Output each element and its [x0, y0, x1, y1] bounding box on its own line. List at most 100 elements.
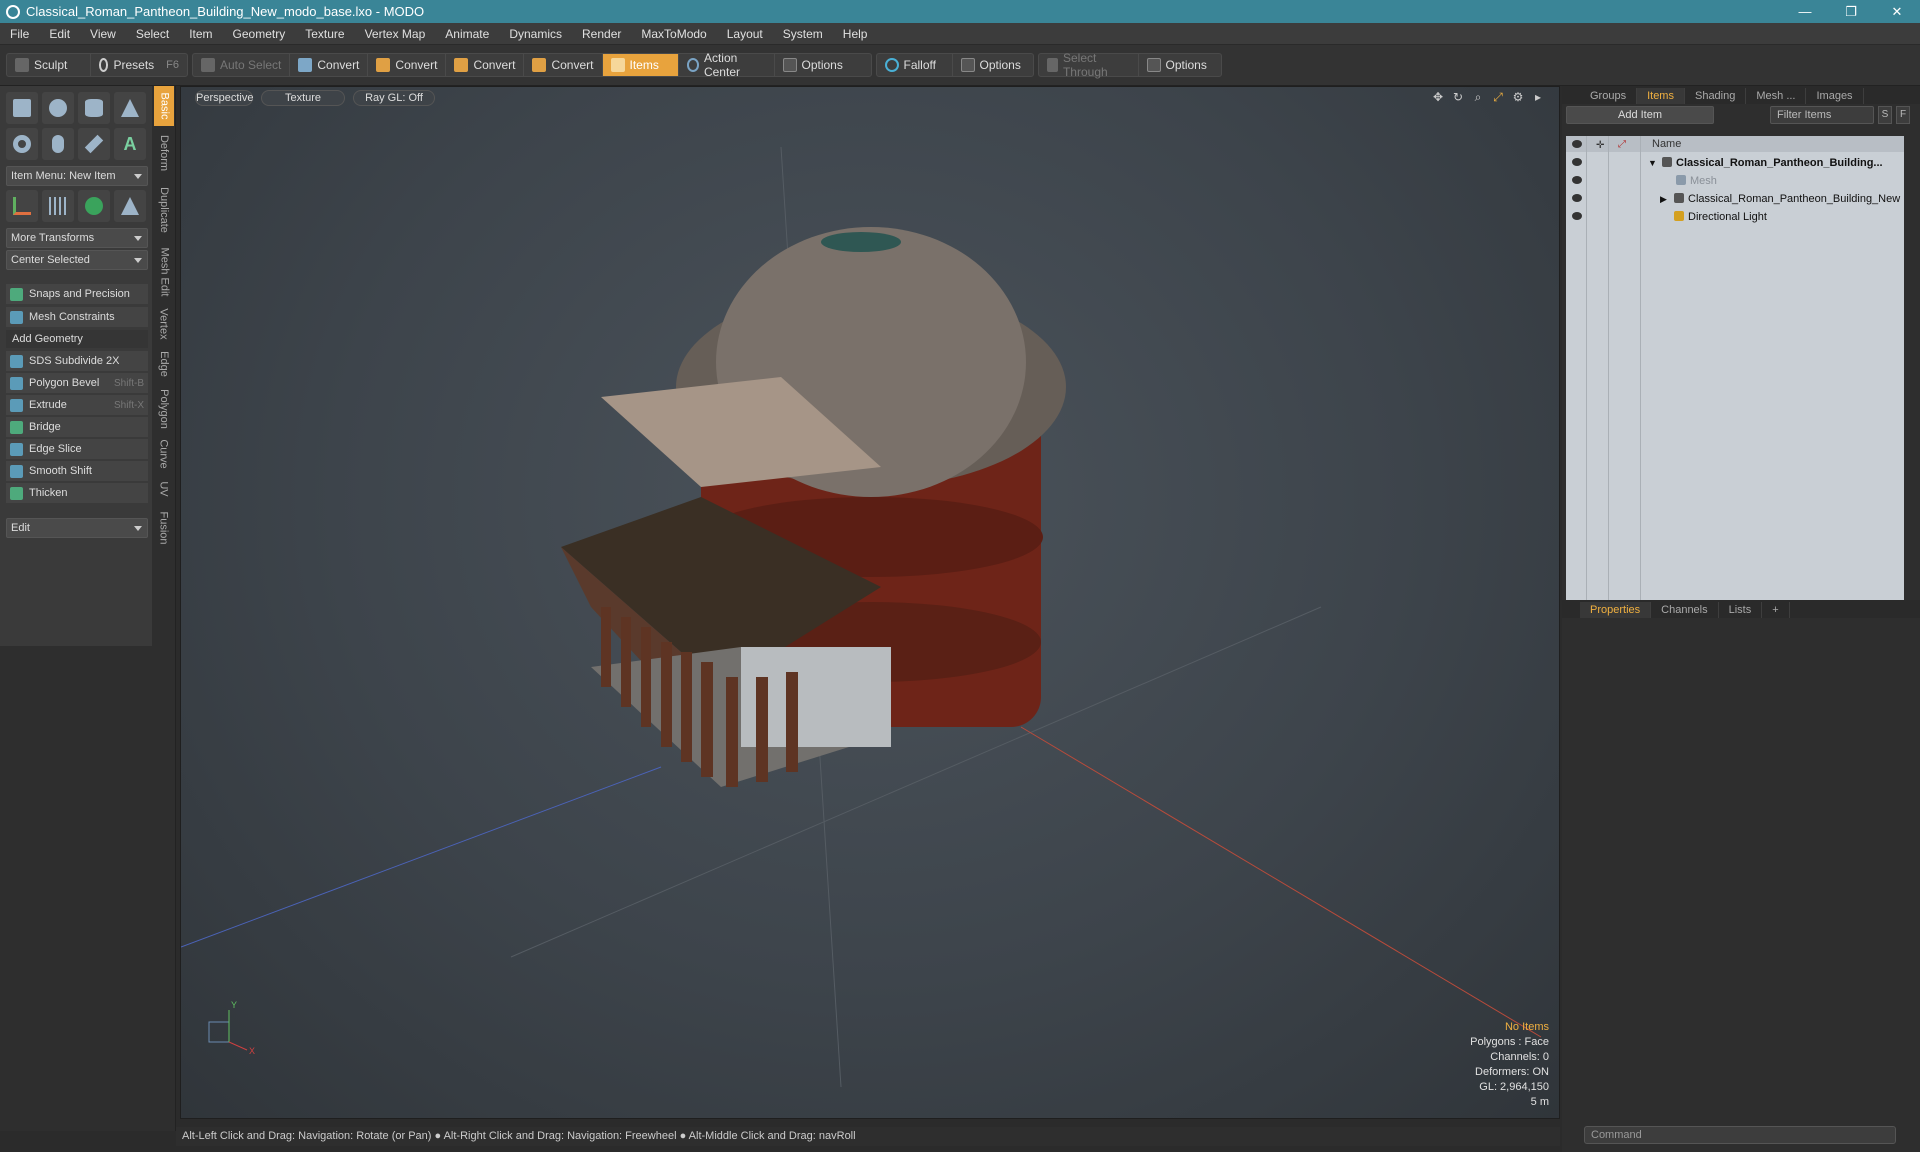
action-center-options-button[interactable]: Options	[775, 54, 871, 76]
smooth-shift-button[interactable]: Smooth Shift	[6, 461, 148, 481]
tab-lists[interactable]: Lists	[1719, 602, 1763, 618]
thicken-button[interactable]: Thicken	[6, 483, 148, 503]
perspective-tab[interactable]: Perspective	[195, 90, 253, 106]
tab-properties[interactable]: Properties	[1580, 602, 1652, 618]
menu-dynamics[interactable]: Dynamics	[499, 23, 572, 45]
tab-items[interactable]: Items	[1637, 88, 1685, 104]
tab-duplicate[interactable]: Duplicate	[154, 180, 174, 240]
sphere-tool[interactable]	[42, 92, 74, 124]
f-button[interactable]: F	[1896, 106, 1910, 124]
convert-edges-button[interactable]: Convert	[368, 54, 447, 76]
items-mode-button[interactable]: Items	[602, 54, 679, 76]
list-item[interactable]: ▶ Classical_Roman_Pantheon_Building_New	[1566, 190, 1904, 208]
zoom-icon[interactable]: ⌕	[1471, 90, 1485, 104]
text-tool[interactable]: A	[114, 128, 146, 160]
polygon-bevel-button[interactable]: Polygon Bevel Shift-B	[6, 373, 148, 393]
presets-button[interactable]: Presets F6	[91, 54, 187, 76]
mesh-constraints-button[interactable]: Mesh Constraints	[6, 307, 148, 327]
3d-viewport[interactable]: Perspective Texture Ray GL: Off ✥ ↻ ⌕ ⤢ …	[180, 86, 1560, 1119]
sds-subdivide-button[interactable]: SDS Subdivide 2X	[6, 351, 148, 371]
tab-images[interactable]: Images	[1806, 88, 1864, 104]
menu-select[interactable]: Select	[126, 23, 179, 45]
play-icon[interactable]: ▸	[1531, 90, 1545, 104]
tab-uv[interactable]: UV	[154, 474, 174, 504]
menu-vertex-map[interactable]: Vertex Map	[355, 23, 436, 45]
visibility-icon[interactable]	[1572, 212, 1582, 220]
tab-deform[interactable]: Deform	[154, 128, 174, 178]
ray-gl-tab[interactable]: Ray GL: Off	[353, 90, 435, 106]
cube-tool[interactable]	[6, 92, 38, 124]
tab-mesh[interactable]: Mesh ...	[1746, 88, 1807, 104]
tab-polygon[interactable]: Polygon	[154, 384, 174, 434]
tab-basic[interactable]: Basic	[154, 86, 174, 126]
rotate-tool[interactable]	[78, 190, 110, 222]
falloff-button[interactable]: Falloff	[877, 54, 953, 76]
filter-items-input[interactable]: Filter Items	[1770, 106, 1874, 124]
menu-texture[interactable]: Texture	[295, 23, 354, 45]
menu-file[interactable]: File	[0, 23, 39, 45]
convert-polygons-button[interactable]: Convert	[446, 54, 525, 76]
menu-edit[interactable]: Edit	[39, 23, 80, 45]
command-input[interactable]: Command	[1584, 1126, 1896, 1144]
menu-help[interactable]: Help	[833, 23, 878, 45]
tab-channels[interactable]: Channels	[1651, 602, 1719, 618]
cylinder-tool[interactable]	[78, 92, 110, 124]
torus-tool[interactable]	[6, 128, 38, 160]
expand-icon[interactable]: ▼	[1648, 154, 1657, 172]
gear-icon[interactable]: ⚙	[1511, 90, 1525, 104]
grid-tool[interactable]	[42, 190, 74, 222]
visibility-icon[interactable]	[1572, 176, 1582, 184]
menu-system[interactable]: System	[773, 23, 833, 45]
add-item-dropdown[interactable]: Add Item	[1566, 106, 1714, 124]
edge-slice-button[interactable]: Edge Slice	[6, 439, 148, 459]
snaps-precision-button[interactable]: Snaps and Precision	[6, 284, 148, 304]
maximize-icon[interactable]: ⤢	[1491, 90, 1505, 104]
edit-dropdown[interactable]: Edit	[6, 518, 148, 538]
scale-tool[interactable]	[114, 190, 146, 222]
menu-animate[interactable]: Animate	[435, 23, 499, 45]
select-through-options-button[interactable]: Options	[1139, 54, 1221, 76]
texture-tab[interactable]: Texture	[261, 90, 345, 106]
maximize-button[interactable]: ❐	[1828, 0, 1874, 23]
tab-groups[interactable]: Groups	[1580, 88, 1638, 104]
move-tool[interactable]	[6, 190, 38, 222]
expand-icon[interactable]: ▶	[1660, 190, 1667, 208]
menu-item[interactable]: Item	[179, 23, 222, 45]
name-column-header[interactable]: Name	[1652, 136, 1681, 152]
list-item[interactable]: ▼ Classical_Roman_Pantheon_Building...	[1566, 154, 1904, 172]
action-center-button[interactable]: Action Center	[679, 51, 775, 79]
s-button[interactable]: S	[1878, 106, 1892, 124]
convert-materials-button[interactable]: Convert	[524, 54, 603, 76]
rotate-icon[interactable]: ↻	[1451, 90, 1465, 104]
tab-edge[interactable]: Edge	[154, 346, 174, 382]
item-menu-dropdown[interactable]: Item Menu: New Item	[6, 166, 148, 186]
tab-shading[interactable]: Shading	[1685, 88, 1747, 104]
list-item[interactable]: Directional Light	[1566, 208, 1904, 226]
pan-icon[interactable]: ✥	[1431, 90, 1445, 104]
select-through-button[interactable]: Select Through	[1039, 51, 1139, 79]
tab-vertex[interactable]: Vertex	[154, 304, 174, 344]
menu-view[interactable]: View	[80, 23, 126, 45]
center-selected-dropdown[interactable]: Center Selected	[6, 250, 148, 270]
extrude-button[interactable]: Extrude Shift-X	[6, 395, 148, 415]
cone-tool[interactable]	[114, 92, 146, 124]
more-transforms-dropdown[interactable]: More Transforms	[6, 228, 148, 248]
visibility-icon[interactable]	[1572, 158, 1582, 166]
add-tab-icon[interactable]: +	[1762, 602, 1790, 618]
close-button[interactable]: ✕	[1874, 0, 1920, 23]
add-geometry-header[interactable]: Add Geometry	[6, 330, 148, 348]
auto-select-button[interactable]: Auto Select	[193, 54, 291, 76]
menu-geometry[interactable]: Geometry	[223, 23, 296, 45]
menu-maxtomodo[interactable]: MaxToModo	[631, 23, 716, 45]
sculpt-button[interactable]: Sculpt	[7, 54, 91, 76]
tab-mesh-edit[interactable]: Mesh Edit	[154, 242, 174, 302]
minimize-button[interactable]: —	[1782, 0, 1828, 23]
visibility-icon[interactable]	[1572, 194, 1582, 202]
bridge-button[interactable]: Bridge	[6, 417, 148, 437]
tab-fusion[interactable]: Fusion	[154, 506, 174, 550]
falloff-options-button[interactable]: Options	[953, 54, 1033, 76]
pen-tool[interactable]	[78, 128, 110, 160]
menu-layout[interactable]: Layout	[717, 23, 773, 45]
menu-render[interactable]: Render	[572, 23, 631, 45]
capsule-tool[interactable]	[42, 128, 74, 160]
